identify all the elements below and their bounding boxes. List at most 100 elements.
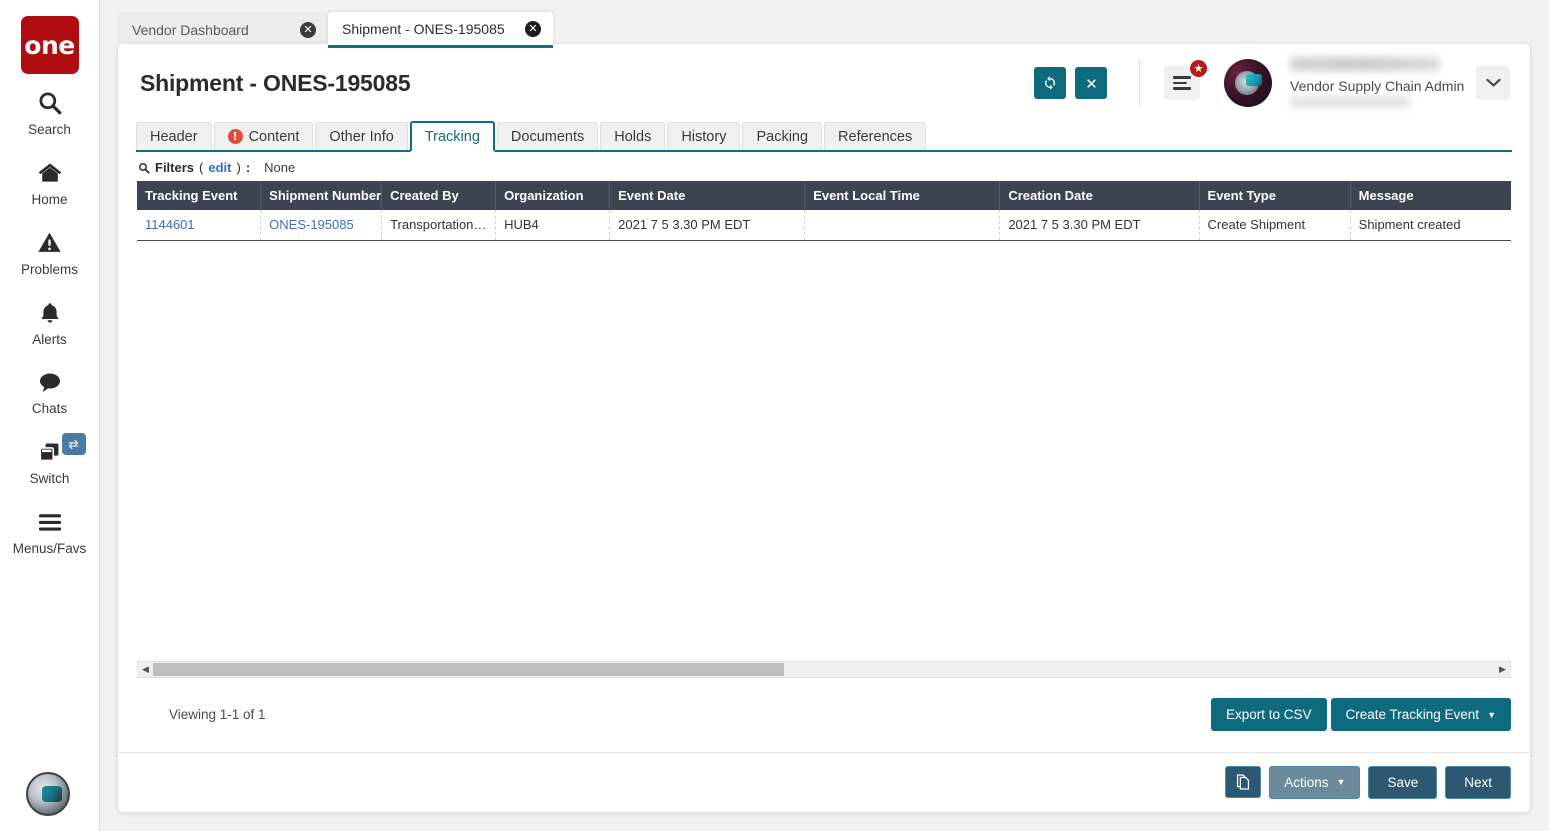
- windows-stack-icon: [36, 435, 63, 469]
- main-region: Vendor Dashboard ✕ Shipment - ONES-19508…: [100, 0, 1549, 831]
- actions-label: Actions: [1284, 774, 1329, 790]
- sidebar-user-avatar[interactable]: [26, 772, 70, 816]
- cell-organization: HUB4: [495, 210, 611, 241]
- sidebar-item-menus-favs[interactable]: Menus/Favs: [0, 493, 100, 563]
- sidebar-label-alerts: Alerts: [32, 331, 67, 347]
- filters-paren-close: ): [236, 160, 241, 175]
- export-to-csv-button[interactable]: Export to CSV: [1210, 698, 1327, 731]
- grid-footer-row: Viewing 1-1 of 1 Export to CSV Create Tr…: [118, 678, 1530, 752]
- cell-event-date: 2021 7 5 3.30 PM EDT: [609, 210, 806, 241]
- cell-event-local-time: [804, 210, 1001, 241]
- browser-tab-vendor-dashboard[interactable]: Vendor Dashboard ✕: [118, 12, 328, 48]
- scroll-right-arrow-icon[interactable]: ▶: [1495, 664, 1510, 675]
- save-button[interactable]: Save: [1368, 765, 1438, 799]
- next-button[interactable]: Next: [1445, 765, 1511, 799]
- column-header-tracking-event[interactable]: Tracking Event: [137, 181, 262, 210]
- column-header-creation-date[interactable]: Creation Date: [999, 181, 1200, 210]
- browser-tab-shipment[interactable]: Shipment - ONES-195085 ✕: [328, 12, 553, 48]
- tab-label: Other Info: [329, 128, 394, 145]
- column-header-event-type[interactable]: Event Type: [1199, 181, 1351, 210]
- sidebar-item-search[interactable]: Search: [0, 74, 100, 144]
- sidebar-label-search: Search: [28, 122, 71, 137]
- hamburger-icon: [36, 505, 64, 539]
- refresh-icon: [1042, 75, 1058, 91]
- create-label: Create Tracking Event: [1345, 707, 1480, 722]
- warning-exclamation-icon: !: [227, 129, 243, 144]
- tab-label: Content: [248, 128, 300, 145]
- tab-label: Header: [150, 128, 198, 145]
- scroll-left-arrow-icon[interactable]: ◀: [138, 664, 153, 675]
- column-header-created-by[interactable]: Created By: [381, 181, 497, 210]
- close-icon[interactable]: ✕: [525, 20, 541, 37]
- sidebar-label-menus-favs: Menus/Favs: [12, 541, 87, 557]
- cell-event-type: Create Shipment: [1199, 210, 1351, 241]
- home-icon: [36, 156, 64, 190]
- filters-value: None: [264, 160, 296, 175]
- create-tracking-event-button[interactable]: Create Tracking Event ▼: [1330, 698, 1511, 731]
- shipment-number-link[interactable]: ONES-195085: [269, 217, 354, 232]
- table-horizontal-scrollbar[interactable]: ◀ ▶: [137, 660, 1511, 678]
- filters-edit-link[interactable]: edit: [208, 160, 231, 175]
- content-tabs: Header ! Content Other Info Tracking Doc…: [136, 121, 1512, 152]
- one-network-logo[interactable]: one: [20, 16, 79, 74]
- table-header-row: Tracking Event Shipment Number Created B…: [137, 181, 1511, 210]
- column-header-shipment-number[interactable]: Shipment Number: [260, 181, 383, 210]
- tab-references[interactable]: References: [824, 122, 927, 150]
- chevron-down-icon: [1485, 78, 1501, 88]
- copy-button[interactable]: [1225, 766, 1262, 798]
- warning-triangle-icon: [36, 226, 63, 260]
- close-icon[interactable]: ✕: [300, 22, 316, 38]
- tracking-event-link[interactable]: 1144601: [145, 217, 195, 232]
- avatar[interactable]: [1224, 59, 1272, 107]
- notification-badge[interactable]: ★: [1188, 58, 1209, 79]
- left-sidebar: one Search Home Problems Alerts Chats Sw…: [0, 0, 100, 831]
- table-row[interactable]: 1144601 ONES-195085 TransportationAd... …: [137, 210, 1511, 241]
- sidebar-item-home[interactable]: Home: [0, 144, 100, 214]
- refresh-button[interactable]: [1034, 67, 1066, 99]
- tab-history[interactable]: History: [667, 122, 741, 150]
- tab-documents[interactable]: Documents: [496, 122, 599, 150]
- sidebar-item-alerts[interactable]: Alerts: [0, 284, 100, 354]
- filters-bar: Filters (edit): None: [118, 152, 1530, 181]
- tab-label: History: [681, 128, 727, 145]
- user-org-redacted: [1290, 97, 1410, 107]
- tracking-table-area: Tracking Event Shipment Number Created B…: [118, 181, 1530, 661]
- header-menu-button[interactable]: ★: [1164, 58, 1209, 100]
- cell-shipment-number: ONES-195085: [260, 210, 383, 241]
- sidebar-item-problems[interactable]: Problems: [0, 214, 100, 284]
- close-page-button[interactable]: [1075, 67, 1107, 99]
- actions-button[interactable]: Actions ▼: [1269, 765, 1361, 799]
- tab-holds[interactable]: Holds: [600, 122, 666, 150]
- grid-action-buttons: Export to CSV Create Tracking Event ▼: [1210, 698, 1511, 731]
- tab-tracking[interactable]: Tracking: [409, 121, 495, 152]
- user-info-block[interactable]: Vendor Supply Chain Admin: [1282, 57, 1470, 109]
- page-card: Shipment - ONES-195085 ★ Vendor Supply C…: [118, 44, 1530, 812]
- column-header-organization[interactable]: Organization: [495, 181, 611, 210]
- column-header-message[interactable]: Message: [1350, 181, 1511, 210]
- page-title: Shipment - ONES-195085: [140, 69, 411, 96]
- bell-icon: [38, 296, 62, 330]
- sidebar-item-switch[interactable]: Switch: [0, 423, 100, 493]
- page-header-actions: ★ Vendor Supply Chain Admin: [1025, 57, 1510, 109]
- save-label: Save: [1387, 774, 1419, 790]
- tab-other-info[interactable]: Other Info: [315, 122, 408, 150]
- tab-label: References: [838, 128, 913, 145]
- tab-packing[interactable]: Packing: [742, 122, 823, 150]
- user-name-redacted: [1290, 57, 1440, 71]
- content-tabs-wrapper: Header ! Content Other Info Tracking Doc…: [118, 121, 1530, 152]
- filters-label: Filters: [155, 160, 195, 175]
- tab-content[interactable]: ! Content: [213, 122, 314, 150]
- sidebar-item-chats[interactable]: Chats: [0, 353, 100, 423]
- user-menu-chevron[interactable]: [1476, 66, 1510, 100]
- scrollbar-thumb[interactable]: [153, 662, 784, 676]
- search-icon: [37, 86, 63, 120]
- sidebar-label-home: Home: [31, 191, 68, 207]
- column-header-event-local-time[interactable]: Event Local Time: [804, 181, 1001, 210]
- tab-header[interactable]: Header: [136, 122, 212, 150]
- exchange-arrows-icon[interactable]: [61, 433, 86, 456]
- scrollbar-track[interactable]: [153, 662, 1495, 676]
- export-label: Export to CSV: [1225, 707, 1312, 722]
- browser-tab-strip: Vendor Dashboard ✕ Shipment - ONES-19508…: [100, 0, 1549, 48]
- chat-bubble-icon: [36, 365, 64, 399]
- column-header-event-date[interactable]: Event Date: [609, 181, 806, 210]
